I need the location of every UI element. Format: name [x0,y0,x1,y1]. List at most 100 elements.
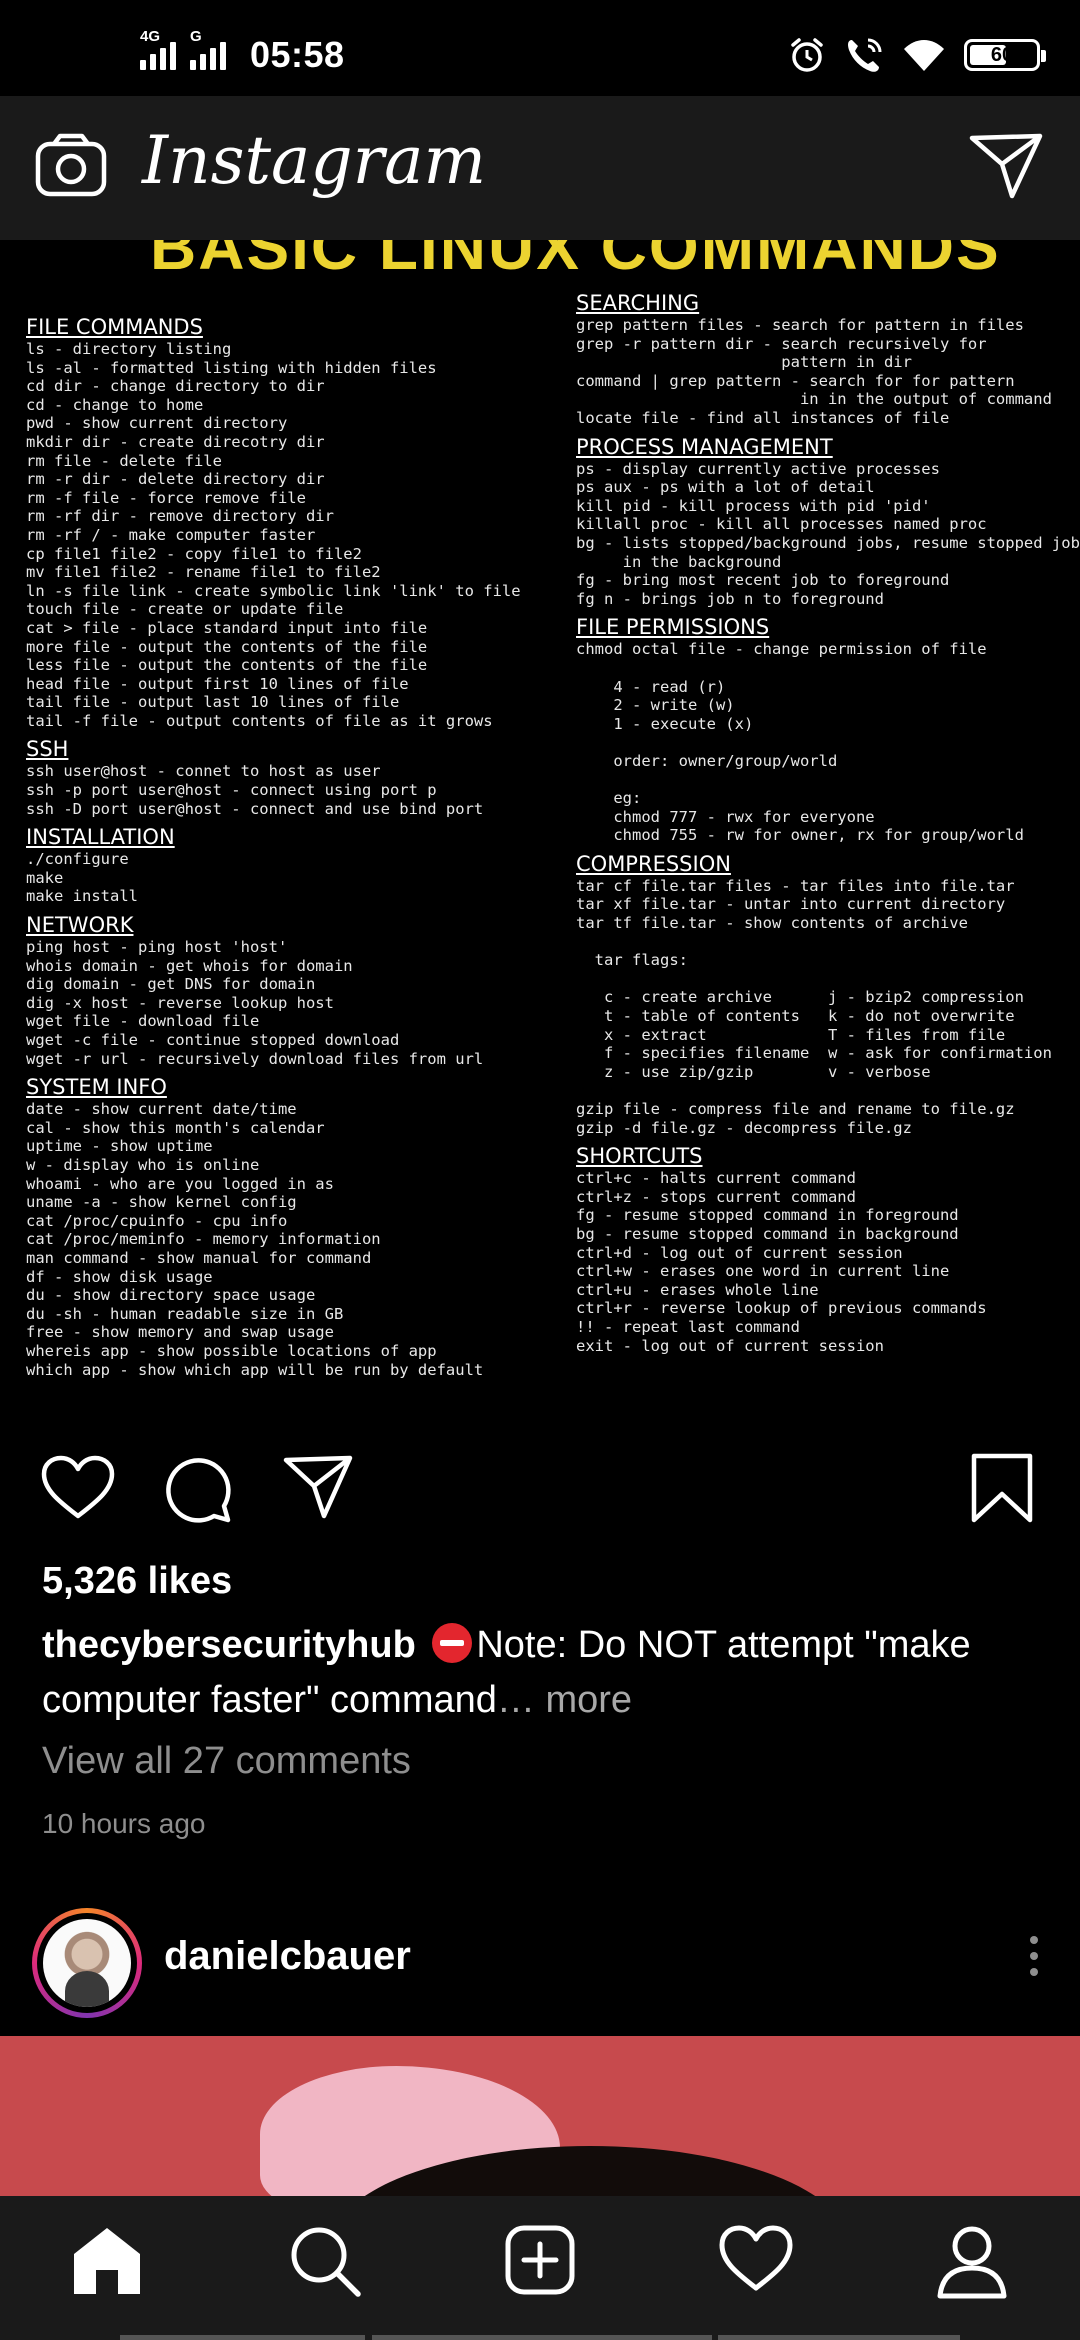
cheatsheet-line: rm -rf dir - remove directory dir [26,507,334,526]
cheatsheet-line: cal - show this month's calendar [26,1118,325,1137]
cheatsheet-line: tar xf file.tar - untar into current dir… [576,895,1006,914]
cheatsheet-section-heading: INSTALLATION [26,825,175,850]
cheatsheet-line: killall proc - kill all processes named … [576,515,987,534]
cheatsheet-line: 4 - read (r) [576,677,726,696]
cheatsheet-line: ctrl+d - log out of current session [576,1243,903,1262]
cheatsheet-line: grep pattern files - search for pattern … [576,316,1024,334]
cheatsheet-section-heading: FILE PERMISSIONS [576,615,770,640]
cheatsheet-line: pwd - show current directory [26,414,288,433]
search-icon[interactable] [288,2224,362,2298]
next-post-username[interactable]: danielcbauer [164,1934,411,1979]
cheatsheet-line: man command - show manual for command [26,1248,372,1267]
cheatsheet-line: t - table of contents k - do not overwri… [576,1007,1015,1025]
cheatsheet-line: f - specifies filename w - ask for confi… [576,1044,1052,1063]
cheatsheet-line: w - display who is online [26,1155,260,1174]
comment-icon[interactable] [162,1454,232,1524]
cheatsheet-line: 1 - execute (x) [576,714,754,733]
cheatsheet-line: ctrl+w - erases one word in current line [576,1262,950,1281]
cheatsheet-line: c - create archive j - bzip2 compression [576,988,1024,1007]
cheatsheet-line: rm -r dir - delete directory dir [26,470,325,489]
view-comments-link[interactable]: View all 27 comments [42,1740,411,1783]
caption-username[interactable]: thecybersecurityhub [42,1624,416,1666]
signal-icon-2: G [190,28,226,70]
cheatsheet-line: fg - resume stopped command in foregroun… [576,1206,959,1225]
profile-icon[interactable] [936,2224,1008,2300]
cheatsheet-line [576,933,1080,952]
cheatsheet-line: du -sh - human readable size in GB [26,1304,344,1323]
cheatsheet-line: rm -f file - force remove file [26,488,306,507]
cheatsheet-line: tar cf file.tar files - tar files into f… [576,876,1015,895]
poster-title: BASIC LINUX COMMANDS [150,240,1001,283]
bookmark-icon[interactable] [970,1452,1034,1524]
cheatsheet-line: wget file - download file [26,1012,260,1031]
cheatsheet-line: order: owner/group/world [576,751,838,770]
cheatsheet-line: chmod 777 - rwx for everyone [576,807,875,826]
cheatsheet-line: wget -c file - continue stopped download [26,1031,400,1049]
gesture-bar [0,2334,1080,2340]
cheatsheet-line: more file - output the contents of the f… [26,637,428,656]
cheatsheet-line: command | grep pattern - search for for … [576,371,1015,390]
activity-heart-icon[interactable] [718,2224,794,2294]
cheatsheet-line: ssh user@host - connet to host as user [26,762,381,781]
caption-more-link[interactable]: … more [497,1679,632,1721]
cheatsheet-line: bg - resume stopped command in backgroun… [576,1224,959,1243]
next-post-image[interactable] [0,2036,1080,2196]
cheatsheet-line: fg n - brings job n to foreground [576,589,884,608]
cheatsheet-line: tail file - output last 10 lines of file [26,693,400,712]
cheatsheet-section-heading: FILE COMMANDS [26,315,203,339]
cheatsheet-line: cd dir - change directory to dir [26,377,325,396]
avatar-story-ring[interactable] [32,1908,142,2018]
post-caption[interactable]: thecybersecurityhub Note: Do NOT attempt… [42,1618,1052,1728]
signal-icon: 4G [140,28,176,70]
more-options-icon[interactable] [1028,1936,1040,1986]
cheatsheet-line: pattern in dir [576,353,912,372]
cheatsheet-line: ctrl+r - reverse lookup of previous comm… [576,1299,987,1318]
cheatsheet-line: z - use zip/gzip v - verbose [576,1062,931,1081]
cheatsheet-section-heading: COMPRESSION [576,851,731,876]
cheatsheet-line: gzip -d file.gz - decompress file.gz [576,1118,912,1137]
alarm-icon [791,38,823,72]
cheatsheet-line: wget -r url - recursively download files… [26,1049,484,1068]
cheatsheet-line [576,970,1080,989]
post-actions [0,1410,1080,1560]
wifi-calling-icon [848,38,882,72]
cheatsheet-line: chmod 755 - rw for owner, rx for group/w… [576,826,1024,845]
cheatsheet-section-heading: PROCESS MANAGEMENT [576,434,833,459]
cheatsheet-line: ctrl+u - erases whole line [576,1280,819,1299]
battery-level: 60 [990,43,1014,66]
no-entry-emoji-icon [432,1623,473,1663]
cheatsheet-line: dig -x host - reverse lookup host [26,993,334,1012]
status-right: 60 [788,36,1046,74]
cheatsheet-right-column: SEARCHING grep pattern files - search for… [576,284,1080,1355]
bottom-navigation [0,2196,1080,2340]
cheatsheet-line: chmod octal file - change permission of … [576,640,987,659]
cheatsheet-line: mv file1 file2 - rename file1 to file2 [26,563,381,582]
direct-messages-icon[interactable] [968,130,1044,200]
cheatsheet-line: eg: [576,789,642,808]
cheatsheet-line: ./configure [26,850,129,869]
battery-icon: 60 [964,39,1046,71]
cheatsheet-section-heading: SSH [26,737,69,762]
cheatsheet-line: touch file - create or update file [26,600,344,619]
cheatsheet-line: whois domain - get whois for domain [26,956,353,975]
cheatsheet-line: make [26,868,64,887]
add-post-icon[interactable] [504,2224,576,2296]
cheatsheet-line: ctrl+z - stops current command [576,1187,856,1206]
camera-icon[interactable] [34,132,108,198]
cheatsheet-line: exit - log out of current session [576,1336,884,1355]
cheatsheet-line: uname -a - show kernel config [26,1193,297,1212]
cheatsheet-line: cat /proc/cpuinfo - cpu info [26,1211,288,1230]
cheatsheet-line: dig domain - get DNS for domain [26,975,316,994]
cheatsheet-line: cp file1 file2 - copy file1 to file2 [26,544,362,563]
home-icon[interactable] [70,2224,144,2298]
share-icon[interactable] [282,1454,354,1520]
cheatsheet-line: rm -rf / - make computer faster [26,525,316,544]
clock: 05:58 [250,34,345,75]
heart-icon[interactable] [40,1454,116,1522]
status-left: 4G G 05:58 [140,28,345,76]
like-count[interactable]: 5,326 likes [42,1560,232,1603]
cheatsheet-line: ls - directory listing [26,340,232,358]
cheatsheet-line: tar tf file.tar - show contents of archi… [576,914,968,933]
post-image[interactable]: BASIC LINUX COMMANDS FILE COMMANDS ls - d… [0,240,1080,1410]
cheatsheet-line: ps - display currently active processes [576,459,940,478]
